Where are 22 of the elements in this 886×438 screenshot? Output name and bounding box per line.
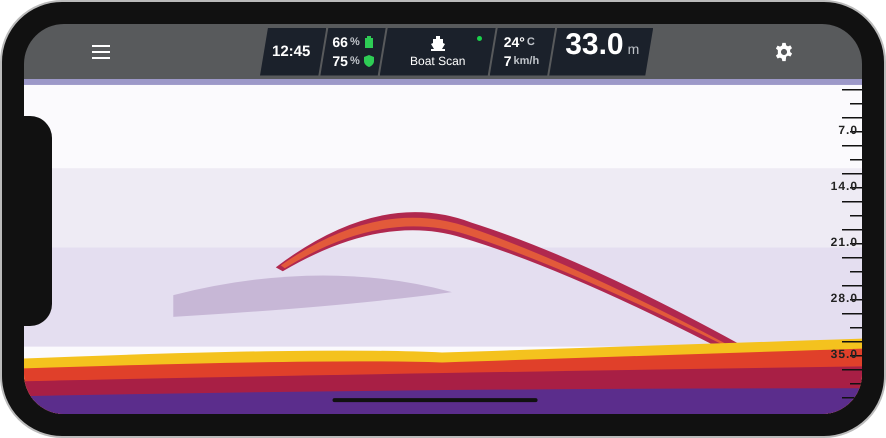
unit-label: %	[350, 34, 360, 50]
battery-icon	[364, 36, 374, 48]
depth-scale-label: 21.0	[830, 234, 858, 250]
depth-scale-label: 28.0	[830, 290, 858, 306]
boat-speed: 7	[504, 52, 512, 70]
clock-time: 12:45	[272, 43, 310, 60]
battery-percent: 75	[332, 52, 348, 70]
unit-label: %	[350, 54, 360, 68]
shield-icon	[364, 55, 374, 67]
depth-scale-label: 35.0	[830, 346, 858, 362]
mode-label: Boat Scan	[410, 54, 466, 68]
unit-label: km/h	[514, 54, 540, 68]
depth-scale-label: 14.0	[830, 178, 858, 194]
battery-percent: 66	[332, 32, 348, 52]
depth-reading: 33.0	[565, 28, 624, 62]
settings-icon[interactable]	[774, 42, 794, 62]
menu-icon[interactable]	[92, 44, 110, 60]
depth-scale-label: 7.0	[838, 122, 858, 138]
water-temperature: 24°	[504, 32, 525, 52]
unit-label: m	[628, 40, 640, 56]
boat-icon	[430, 35, 446, 51]
unit-label: C	[526, 34, 535, 50]
